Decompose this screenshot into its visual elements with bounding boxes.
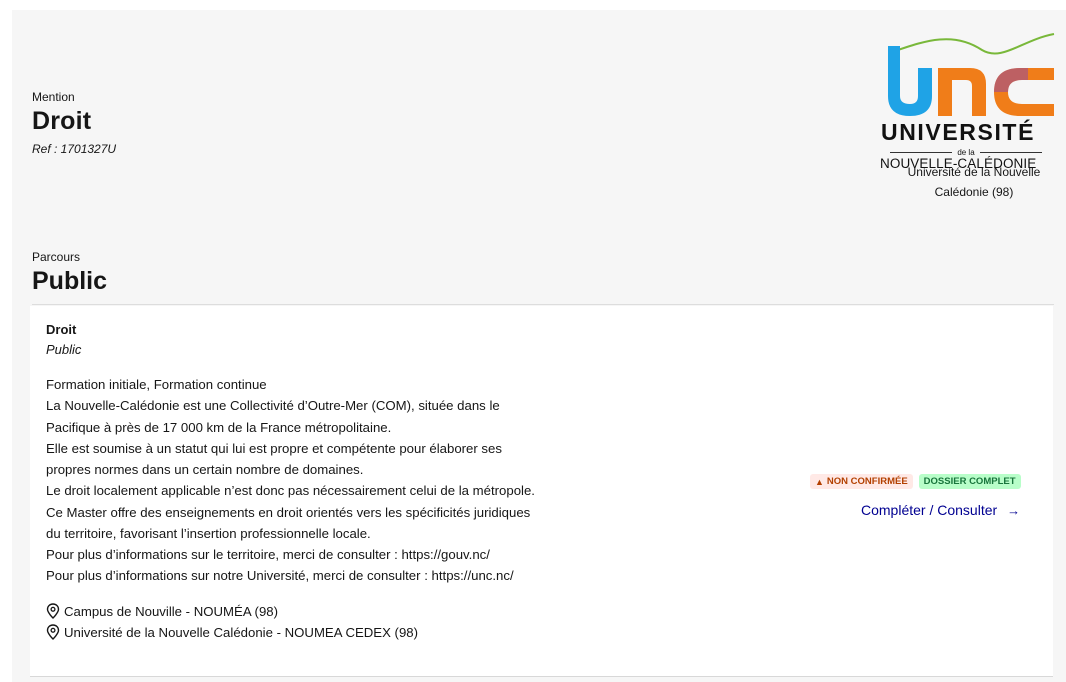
map-pin-icon [46, 624, 60, 640]
status-badge-non-confirmee: ▲ NON CONFIRMÉE [810, 474, 913, 489]
university-logo: UNIVERSITÉ de la NOUVELLE-CALÉDONIE [878, 22, 1058, 171]
description-line: Elle est soumise à un statut qui lui est… [46, 440, 502, 456]
description-line: Pour plus d’informations sur notre Unive… [46, 568, 514, 584]
description-line: du territoire, favorisant l’insertion pr… [46, 525, 371, 541]
location-text: Université de la Nouvelle Calédonie - NO… [64, 624, 419, 640]
description-line: Pour plus d’informations sur le territoi… [46, 547, 490, 562]
description-line: Formation initiale, Formation continue [46, 377, 267, 392]
description-line: Le droit localement applicable n’est don… [46, 483, 535, 499]
map-pin-icon [46, 603, 60, 619]
description-line: propres normes dans un certain nombre de… [46, 462, 364, 477]
logo-universite-text: UNIVERSITÉ [881, 119, 1036, 145]
location-item: Campus de Nouville - NOUMÉA (98) [46, 603, 278, 619]
warning-triangle-icon: ▲ [815, 476, 824, 487]
arrow-right-icon: → [1007, 502, 1021, 518]
mention-reference: Ref : 1701327U [32, 142, 117, 156]
complete-consult-link[interactable]: Compléter / Consulter → [861, 502, 1020, 518]
status-badge-dossier-complet: DOSSIER COMPLET [918, 474, 1021, 489]
parcours-title: Public [32, 267, 108, 295]
card-description: Formation initiale, Formation continue L… [46, 374, 666, 587]
section-divider [32, 304, 1054, 305]
badge-label: DOSSIER COMPLET [923, 476, 1016, 487]
parcours-label: Parcours [32, 250, 81, 264]
action-label: Compléter / Consulter [861, 502, 998, 518]
card-title: Droit [46, 322, 77, 337]
badge-label: NON CONFIRMÉE [826, 476, 908, 487]
description-line: Ce Master offre des enseignements en dro… [46, 504, 531, 520]
university-name: Université de la Nouvelle Calédonie (98) [907, 165, 1041, 199]
page: Mention Droit Ref : 1701327U UNIVERSITÉ … [12, 10, 1066, 682]
status-badges: ▲ NON CONFIRMÉE DOSSIER COMPLET [810, 474, 1021, 489]
unc-logo-icon [888, 33, 1055, 116]
description-line: La Nouvelle-Calédonie est une Collectivi… [46, 398, 500, 414]
location-item: Université de la Nouvelle Calédonie - NO… [46, 624, 418, 640]
description-line: Pacifique à près de 17 000 km de la Fran… [46, 419, 392, 435]
mention-label: Mention [32, 90, 75, 104]
formation-card: Droit Public Formation initiale, Formati… [30, 306, 1053, 677]
card-subtitle: Public [46, 342, 82, 357]
location-text: Campus de Nouville - NOUMÉA (98) [64, 603, 278, 619]
mention-title: Droit [32, 107, 92, 135]
